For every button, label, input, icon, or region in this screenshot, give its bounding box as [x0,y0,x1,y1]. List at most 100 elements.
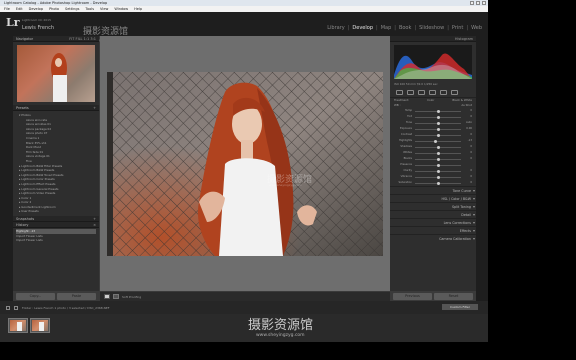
slider-track[interactable] [415,175,461,179]
panel-section-header[interactable]: Detail [390,210,476,218]
slider-track[interactable] [415,151,461,155]
filmstrip-thumbnail[interactable] [8,318,28,333]
copy-button[interactable]: Copy... [16,293,55,300]
add-preset-icon[interactable]: + [93,105,96,111]
graduated-filter-icon[interactable] [429,90,436,95]
filmstrip-bar: Folder : Lewis French 1 photo / 3 select… [0,301,488,314]
grid-view-icon[interactable] [14,305,18,310]
bottom-watermark-url: www.sheyingzyg.com [256,333,305,338]
slider-track[interactable] [415,145,461,149]
crop-tool-icon[interactable] [396,90,403,95]
slider-track[interactable] [415,181,461,185]
panel-section-header[interactable]: Tone Curve [390,186,476,194]
histogram-title: Histogram [454,37,473,41]
window-title: Lightroom Catalog - Adobe Photoshop Ligh… [4,1,108,5]
slider-knob[interactable] [436,157,440,161]
second-window-icon[interactable] [6,305,10,310]
slider-knob[interactable] [433,139,437,143]
image-canvas[interactable]: 摄影资源馆 www.sheyingzyg.com [100,36,390,291]
slider-track[interactable] [415,163,461,167]
module-library[interactable]: Library [327,25,344,31]
screen: Lightroom Catalog - Adobe Photoshop Ligh… [0,0,576,360]
slider-knob[interactable] [436,127,440,131]
module-map[interactable]: Map [381,25,392,31]
filmstrip-thumbnail[interactable] [30,318,50,333]
panel-section-header[interactable]: Lens Corrections [390,218,476,226]
module-web[interactable]: Web [471,25,482,31]
slider-knob[interactable] [436,151,440,155]
identity-plate-header: Lr Lightroom CC 2015 Lewis French 摄影资源馆 … [0,12,488,42]
lightroom-logo: Lr [6,16,20,29]
paste-button[interactable]: Paste [57,293,96,300]
slider-knob[interactable] [436,145,440,149]
develop-toolbar: Soft Proofing [100,292,390,301]
module-book[interactable]: Book [399,25,411,31]
navigator-title: Navigator [16,37,34,41]
minimize-button[interactable] [470,1,474,5]
basic-sliders: Temp 0 Tint 0 Tone Auto Exposure 0.00 Contrast 0 H… [390,108,476,186]
histogram-header[interactable]: Histogram [390,36,476,42]
presets-list: ▾ Photos Azure skin rate Azure wrinkles 01… [13,111,99,216]
slider-knob[interactable] [436,133,440,137]
filmstrip-filter[interactable]: Custom Filter [442,304,478,310]
right-panel-buttons: Previous Reset [390,293,476,301]
panel-section-header[interactable]: Effects [390,226,476,234]
history-header[interactable]: History × [13,222,99,229]
slider-knob[interactable] [436,175,440,179]
tool-strip [390,88,476,98]
spot-removal-icon[interactable] [407,90,414,95]
module-picker: Library | Develop | Map | Book | Slideshow | … [327,25,482,31]
slider-track[interactable] [415,133,461,137]
slider-track[interactable] [415,109,461,113]
portrait-photo-drawing [107,72,383,256]
slider-track[interactable] [415,127,461,131]
treatment-color[interactable]: Color [427,98,434,103]
previous-button[interactable]: Previous [393,293,432,300]
slider-knob[interactable] [436,163,440,167]
main-photo[interactable]: 摄影资源馆 www.sheyingzyg.com [107,72,383,256]
radial-filter-icon[interactable] [440,90,447,95]
slider-knob[interactable] [436,169,440,173]
slider-track[interactable] [415,121,461,125]
clear-history-icon[interactable]: × [93,222,96,228]
history-step[interactable]: Import Flower Lists [16,238,96,243]
module-print[interactable]: Print [452,25,464,31]
slider-knob[interactable] [436,109,440,113]
panel-section-header[interactable]: Camera Calibration [390,234,476,242]
module-separator: | [376,25,378,31]
right-panel: Histogram ISO 100 50 mm f/2.0 1/250 sec … [390,36,476,291]
panel-section-header[interactable]: HSL / Color / B&W [390,194,476,202]
slider-track[interactable] [415,115,461,119]
close-button[interactable] [482,1,486,5]
navigator-header[interactable]: Navigator FIT FILL 1:1 3:1 [13,36,99,42]
slider-knob[interactable] [436,121,440,125]
panel-section-header[interactable]: Split Toning [390,202,476,210]
slider-track[interactable] [415,139,461,143]
navigator-zoom-options[interactable]: FIT FILL 1:1 3:1 [69,36,96,42]
preset-folder[interactable]: ▸ User Presets [16,209,96,214]
identity-name: Lewis French [22,25,55,31]
slider-knob[interactable] [436,115,440,119]
loupe-view-icon[interactable] [104,294,110,299]
presets-header[interactable]: Presets + [13,105,99,111]
module-separator: | [447,25,449,31]
filmstrip-source-info[interactable]: Folder : Lewis French 1 photo / 3 select… [22,306,110,310]
soft-proofing-toggle[interactable]: Soft Proofing [122,295,141,299]
preview-face [55,58,62,67]
red-eye-icon[interactable] [418,90,425,95]
reset-button[interactable]: Reset [434,293,473,300]
histogram-graph[interactable] [394,45,472,79]
slider-track[interactable] [415,169,461,173]
slider-value[interactable]: 0 [464,156,472,162]
slider-track[interactable] [415,157,461,161]
catalog-line: Lightroom CC 2015 [22,18,51,22]
navigator-preview[interactable] [17,45,95,102]
presets-title: Presets [16,106,29,110]
slider-knob[interactable] [436,181,440,185]
module-develop[interactable]: Develop [352,25,373,31]
before-after-icon[interactable] [113,294,119,299]
right-edge-strip [476,36,488,301]
adjustment-brush-icon[interactable] [451,90,458,95]
module-slideshow[interactable]: Slideshow [419,25,444,31]
maximize-button[interactable] [476,1,480,5]
